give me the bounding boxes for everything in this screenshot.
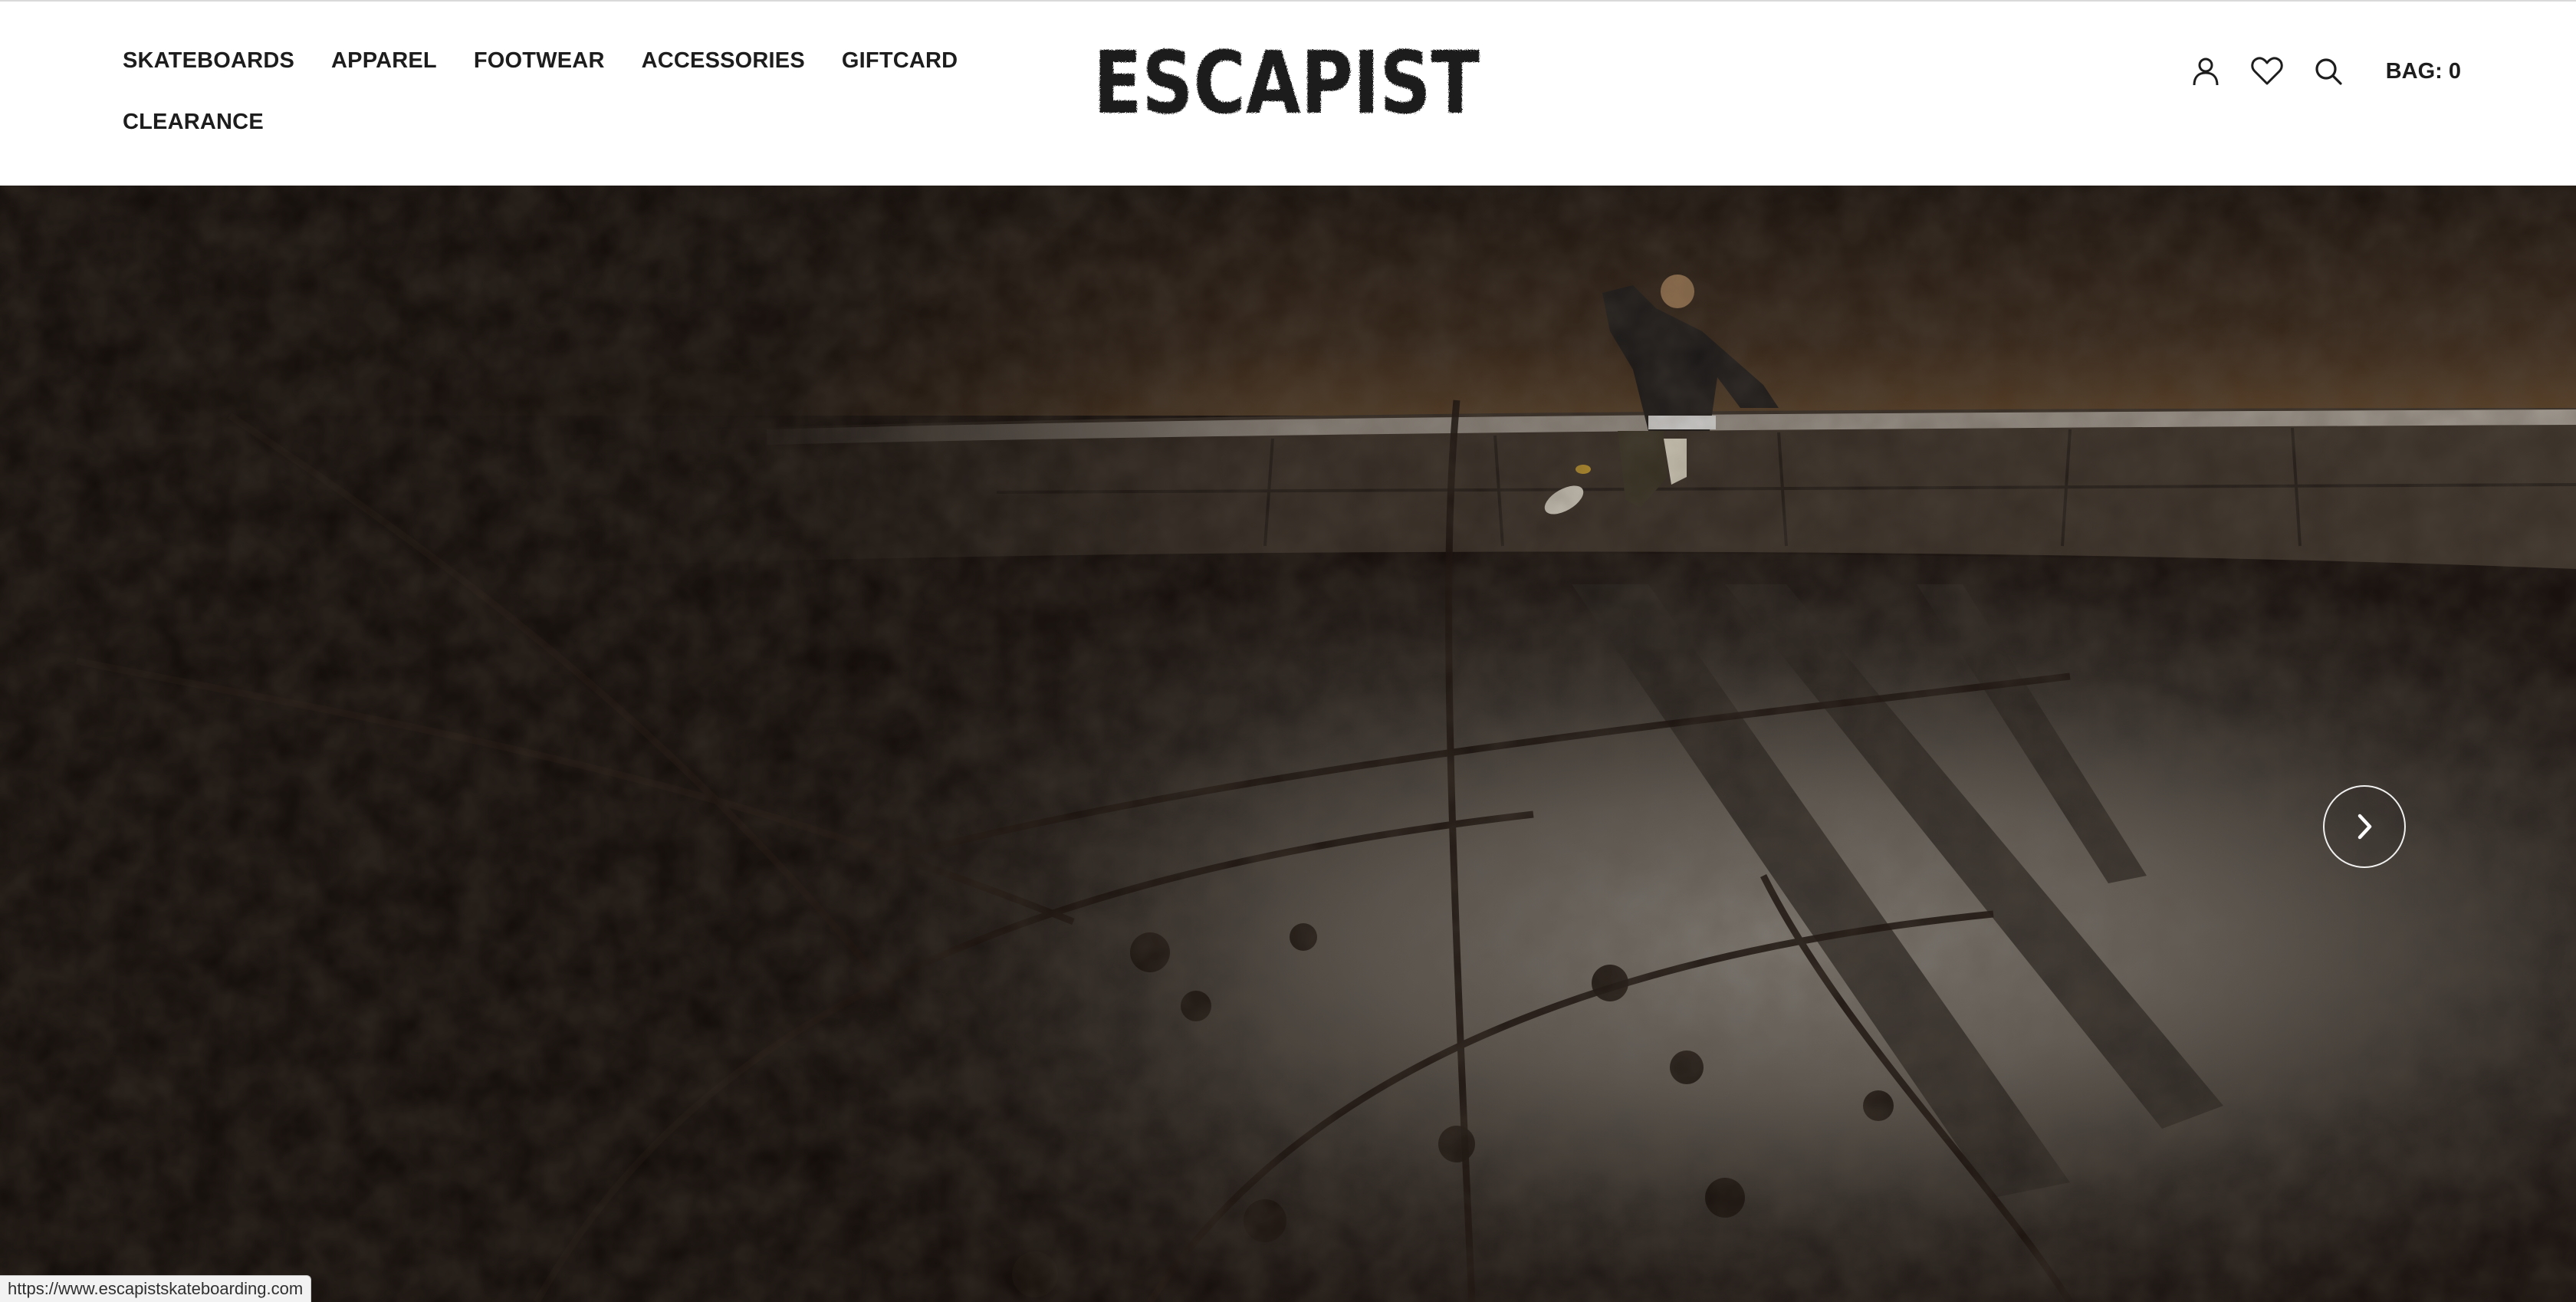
chevron-right-icon xyxy=(2358,814,2372,840)
main-nav: SKATEBOARDS APPAREL FOOTWEAR ACCESSORIES… xyxy=(123,48,966,135)
nav-skateboards[interactable]: SKATEBOARDS xyxy=(123,48,294,74)
user-icon[interactable] xyxy=(2190,55,2222,87)
hero-image xyxy=(0,186,2576,1302)
bag-button[interactable]: BAG: 0 xyxy=(2386,59,2461,84)
nav-apparel[interactable]: APPAREL xyxy=(331,48,437,74)
logo-text: ESCAPIST xyxy=(1093,34,1480,126)
utility-nav: BAG: 0 xyxy=(2190,54,2461,89)
slider-next-button[interactable] xyxy=(2323,785,2406,868)
logo-wordmark: ESCAPIST xyxy=(1093,34,1480,126)
search-icon[interactable] xyxy=(2312,55,2344,87)
nav-footwear[interactable]: FOOTWEAR xyxy=(474,48,605,74)
status-bar-url: https://www.escapistskateboarding.com xyxy=(0,1275,312,1302)
site-header: SKATEBOARDS APPAREL FOOTWEAR ACCESSORIES… xyxy=(0,0,2576,186)
brand-logo[interactable]: ESCAPIST xyxy=(1087,34,1486,126)
nav-giftcard[interactable]: GIFTCARD xyxy=(842,48,958,74)
heart-icon[interactable] xyxy=(2251,55,2283,87)
nav-clearance[interactable]: CLEARANCE xyxy=(123,109,264,135)
nav-accessories[interactable]: ACCESSORIES xyxy=(642,48,805,74)
page: SKATEBOARDS APPAREL FOOTWEAR ACCESSORIES… xyxy=(0,0,2576,1302)
hero-slider xyxy=(0,186,2576,1302)
